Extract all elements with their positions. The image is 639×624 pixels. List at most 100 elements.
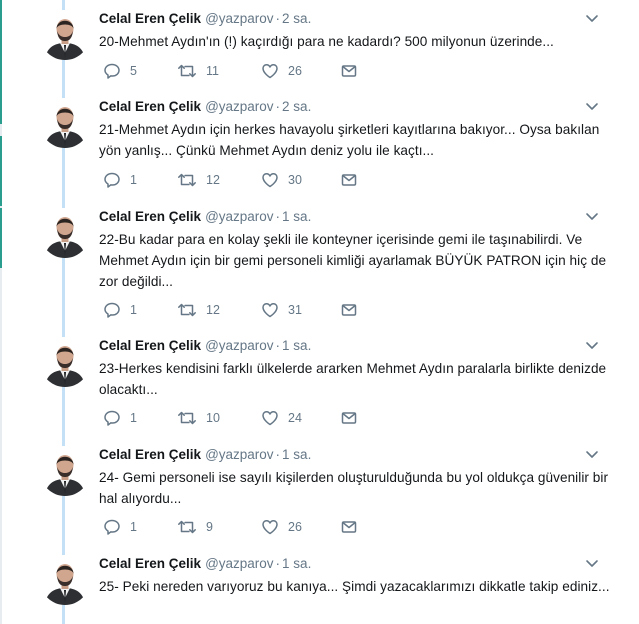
retweet-button[interactable]: 12 <box>177 299 220 321</box>
like-button[interactable]: 26 <box>261 516 302 538</box>
author-name[interactable]: Celal Eren Çelik <box>99 99 201 114</box>
tweet-header: Celal Eren Çelik @yazparov · 2 sa. <box>99 10 311 28</box>
heart-icon <box>261 409 279 427</box>
retweet-icon <box>177 62 197 80</box>
tweet-actions: 5 11 26 <box>99 60 379 82</box>
author-name[interactable]: Celal Eren Çelik <box>99 338 201 353</box>
separator-dot: · <box>275 447 281 462</box>
like-button[interactable]: 24 <box>261 407 302 429</box>
author-name[interactable]: Celal Eren Çelik <box>99 556 201 571</box>
avatar[interactable] <box>40 337 90 387</box>
avatar[interactable] <box>40 98 90 148</box>
direct-message-button[interactable] <box>340 299 358 321</box>
chevron-down-icon[interactable] <box>584 100 600 114</box>
window-left-edge <box>0 0 2 624</box>
tweet-text: 22-Bu kadar para en kolay şekli ile kont… <box>99 232 607 289</box>
timestamp[interactable]: 1 sa. <box>282 338 311 353</box>
avatar[interactable] <box>40 446 90 496</box>
envelope-icon <box>340 62 358 80</box>
reply-button[interactable]: 1 <box>103 516 137 538</box>
heart-icon <box>261 518 279 536</box>
tweet-header: Celal Eren Çelik @yazparov · 1 sa. <box>99 555 311 573</box>
tweet-text: 20-Mehmet Aydın'ın (!) kaçırdığı para ne… <box>99 34 554 49</box>
author-handle[interactable]: @yazparov <box>205 447 273 462</box>
reply-count: 1 <box>130 303 137 317</box>
tweet-actions: 1 9 26 <box>99 516 379 538</box>
timestamp[interactable]: 1 sa. <box>282 209 311 224</box>
retweet-button[interactable]: 11 <box>177 60 219 82</box>
reply-button[interactable]: 5 <box>103 60 137 82</box>
author-handle[interactable]: @yazparov <box>205 99 273 114</box>
reply-icon <box>103 409 121 427</box>
reply-icon <box>103 62 121 80</box>
tweet-actions: 1 12 31 <box>99 299 379 321</box>
reply-button[interactable]: 1 <box>103 407 137 429</box>
direct-message-button[interactable] <box>340 516 358 538</box>
envelope-icon <box>340 301 358 319</box>
timestamp[interactable]: 1 sa. <box>282 447 311 462</box>
chevron-down-icon[interactable] <box>584 448 600 462</box>
timestamp[interactable]: 2 sa. <box>282 11 311 26</box>
envelope-icon <box>340 518 358 536</box>
envelope-icon <box>340 409 358 427</box>
direct-message-button[interactable] <box>340 169 358 191</box>
chevron-down-icon[interactable] <box>584 210 600 224</box>
author-handle[interactable]: @yazparov <box>205 556 273 571</box>
like-button[interactable]: 31 <box>261 299 302 321</box>
author-name[interactable]: Celal Eren Çelik <box>99 209 201 224</box>
retweet-icon <box>177 409 197 427</box>
reply-icon <box>103 171 121 189</box>
retweet-count: 12 <box>206 303 220 317</box>
tweet-header: Celal Eren Çelik @yazparov · 1 sa. <box>99 446 311 464</box>
avatar[interactable] <box>40 555 90 605</box>
retweet-button[interactable]: 12 <box>177 169 220 191</box>
retweet-icon <box>177 518 197 536</box>
timestamp[interactable]: 1 sa. <box>282 556 311 571</box>
retweet-button[interactable]: 10 <box>177 407 220 429</box>
author-name[interactable]: Celal Eren Çelik <box>99 11 201 26</box>
like-button[interactable]: 26 <box>261 60 302 82</box>
separator-dot: · <box>275 556 281 571</box>
tweet-header: Celal Eren Çelik @yazparov · 1 sa. <box>99 208 311 226</box>
retweet-count: 12 <box>206 173 220 187</box>
retweet-icon <box>177 171 197 189</box>
envelope-icon <box>340 171 358 189</box>
reply-button[interactable]: 1 <box>103 169 137 191</box>
separator-dot: · <box>275 11 281 26</box>
reply-count: 1 <box>130 173 137 187</box>
author-name[interactable]: Celal Eren Çelik <box>99 447 201 462</box>
like-count: 24 <box>288 411 302 425</box>
tweet-header: Celal Eren Çelik @yazparov · 1 sa. <box>99 337 311 355</box>
tweet-actions: 1 12 30 <box>99 169 379 191</box>
reply-count: 5 <box>130 64 137 78</box>
timestamp[interactable]: 2 sa. <box>282 99 311 114</box>
retweet-button[interactable]: 9 <box>177 516 213 538</box>
reply-button[interactable]: 1 <box>103 299 137 321</box>
avatar[interactable] <box>40 208 90 258</box>
tweet-text: 25- Peki nereden varıyoruz bu kanıya... … <box>99 579 610 594</box>
direct-message-button[interactable] <box>340 60 358 82</box>
author-handle[interactable]: @yazparov <box>205 11 273 26</box>
direct-message-button[interactable] <box>340 407 358 429</box>
like-count: 31 <box>288 303 302 317</box>
heart-icon <box>261 171 279 189</box>
separator-dot: · <box>275 209 281 224</box>
separator-dot: · <box>275 99 281 114</box>
avatar[interactable] <box>40 10 90 60</box>
separator-dot: · <box>275 338 281 353</box>
chevron-down-icon[interactable] <box>584 12 600 26</box>
reply-icon <box>103 518 121 536</box>
like-count: 30 <box>288 173 302 187</box>
like-count: 26 <box>288 520 302 534</box>
heart-icon <box>261 62 279 80</box>
heart-icon <box>261 301 279 319</box>
thread-connector-line <box>62 0 65 624</box>
retweet-count: 11 <box>206 64 219 78</box>
author-handle[interactable]: @yazparov <box>205 338 273 353</box>
chevron-down-icon[interactable] <box>584 557 600 571</box>
author-handle[interactable]: @yazparov <box>205 209 273 224</box>
like-count: 26 <box>288 64 302 78</box>
chevron-down-icon[interactable] <box>584 339 600 353</box>
retweet-count: 10 <box>206 411 220 425</box>
like-button[interactable]: 30 <box>261 169 302 191</box>
